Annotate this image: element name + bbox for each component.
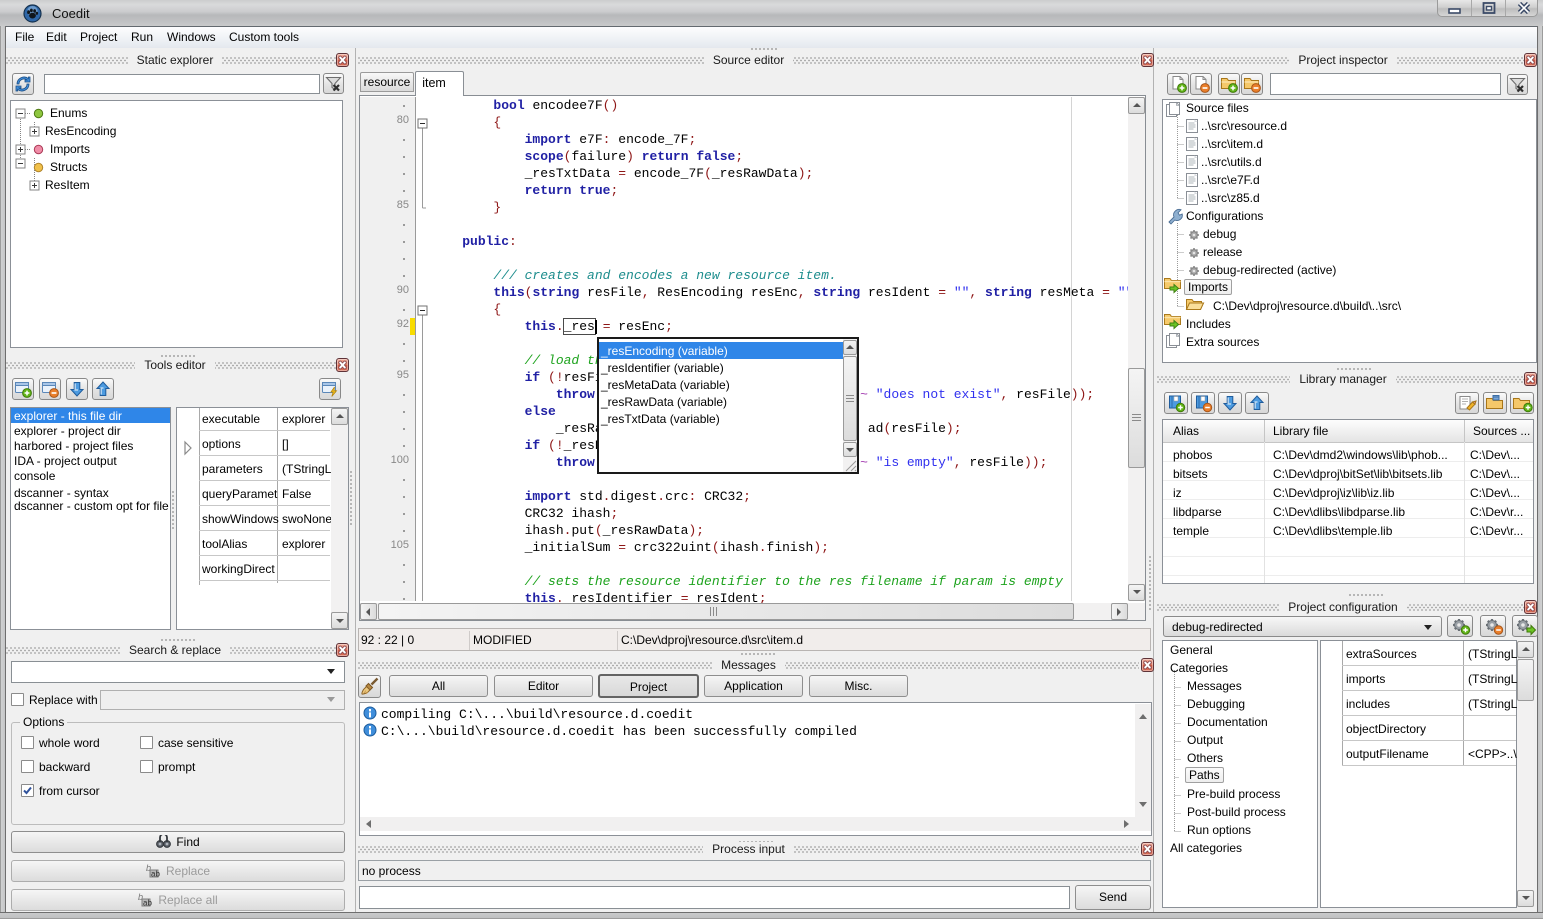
svg-text:ab: ab (151, 870, 160, 879)
svg-text:ab: ab (143, 899, 152, 908)
